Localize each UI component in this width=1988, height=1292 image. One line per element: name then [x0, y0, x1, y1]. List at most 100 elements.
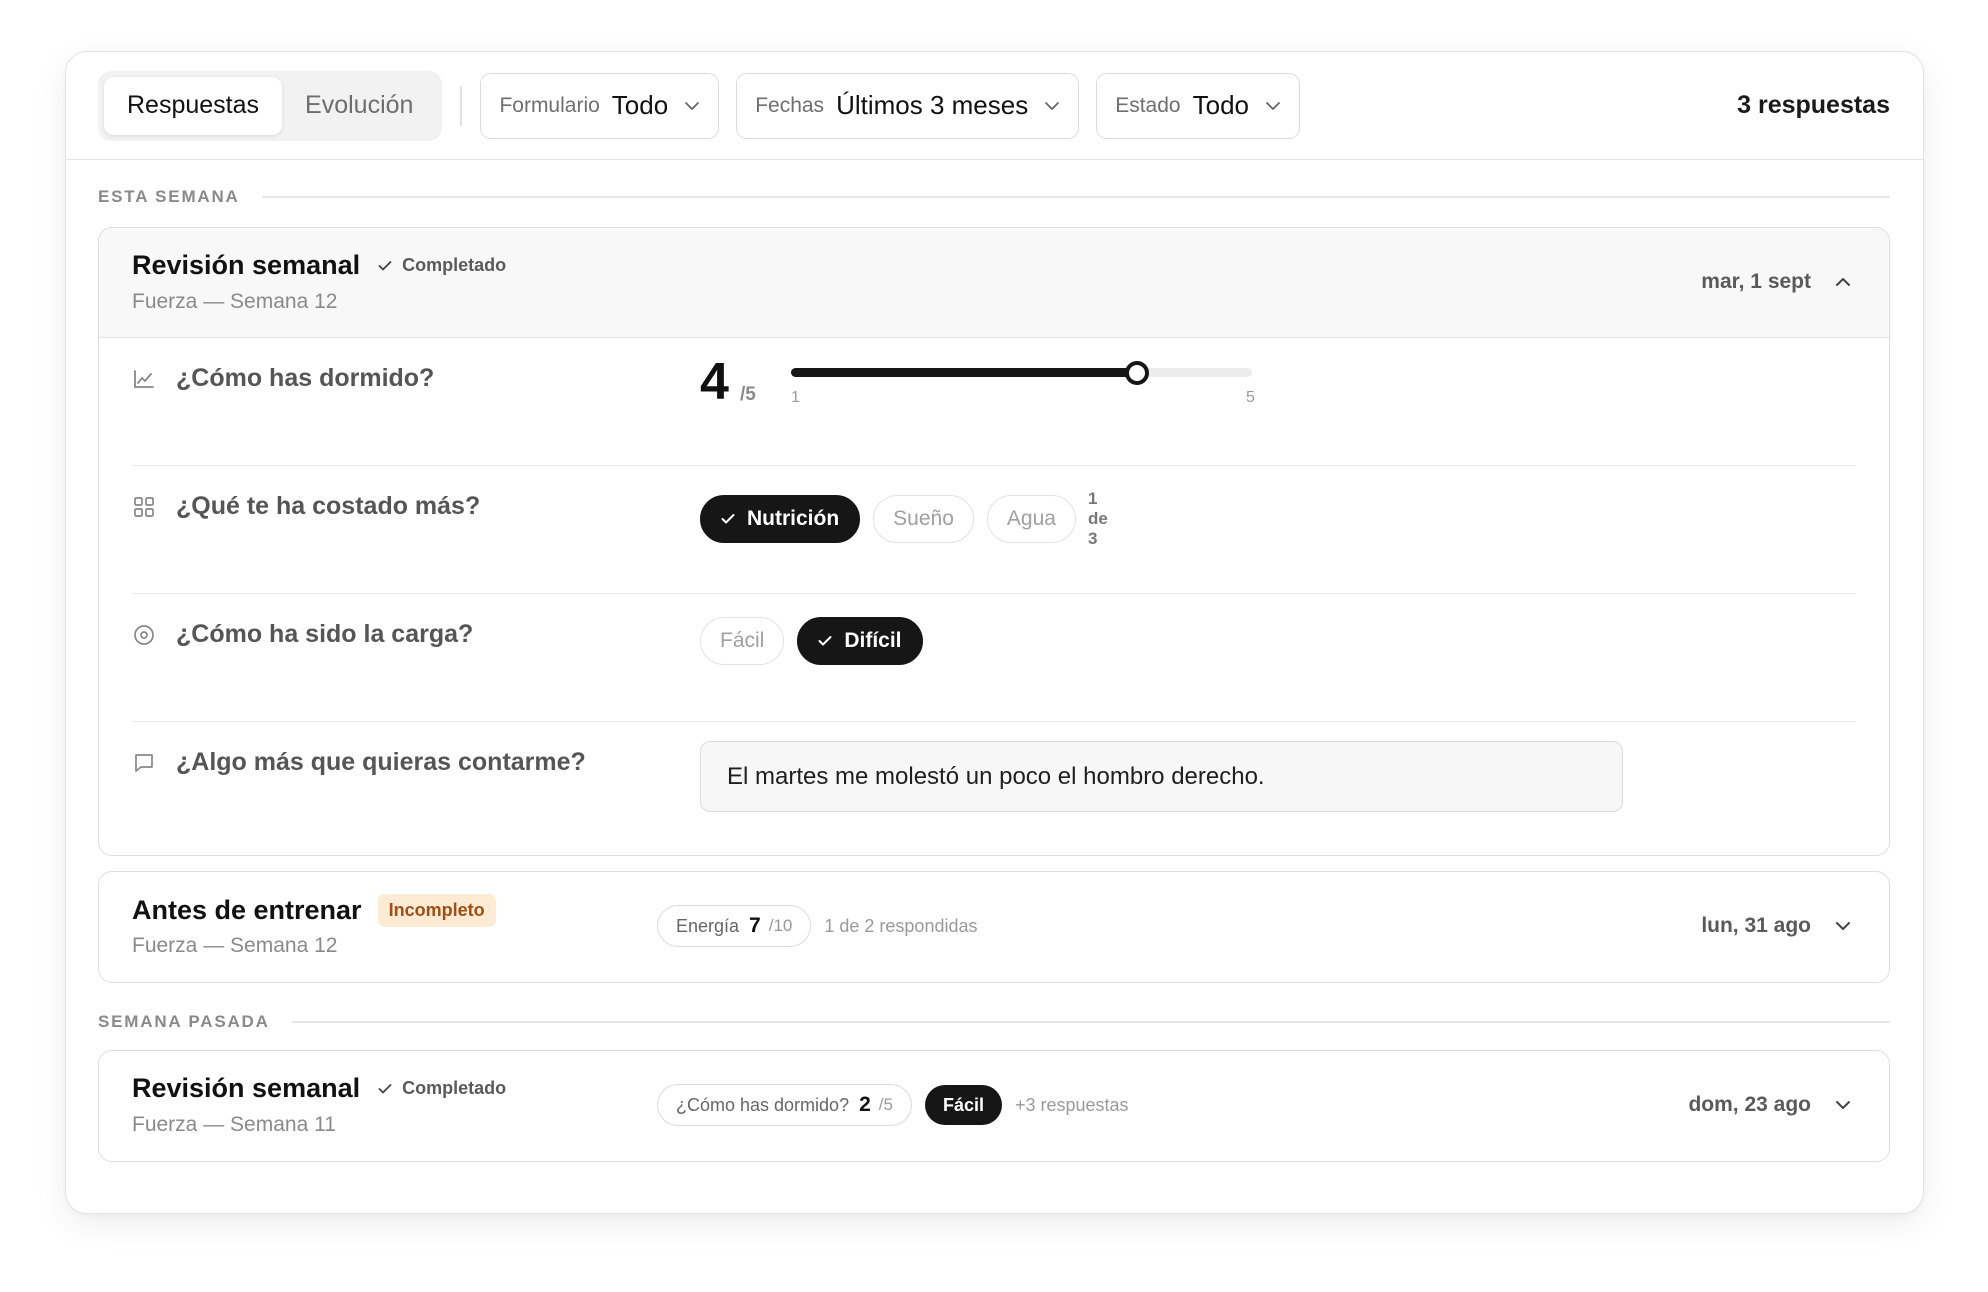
option-chips: Fácil Difícil — [700, 617, 936, 665]
filter-label: Fechas — [755, 93, 825, 117]
summary-pill: Energía 7 /10 — [657, 905, 812, 947]
rating-denominator: /5 — [740, 384, 756, 405]
selection-count: 1 de 3 — [1087, 489, 1108, 548]
filter-label: Formulario — [499, 93, 600, 117]
response-entry: Antes de entrenar Incompleto Fuerza — Se… — [98, 871, 1890, 983]
question-label-row: ¿Cómo ha sido la carga? — [132, 620, 473, 649]
line-chart-icon — [132, 367, 156, 391]
entry-date: lun, 31 ago — [1701, 914, 1811, 937]
entry-date: dom, 23 ago — [1688, 1093, 1811, 1116]
entry-title-row: Revisión semanal Completado — [132, 1073, 506, 1104]
question-text: ¿Cómo has dormido? — [176, 364, 435, 392]
check-icon — [378, 260, 392, 270]
filter-fechas-dropdown[interactable]: Fechas Últimos 3 meses — [736, 72, 1080, 139]
status-incomplete-badge: Incompleto — [377, 894, 496, 927]
summary-pill: ¿Cómo has dormido? 2 /5 — [657, 1084, 912, 1126]
entry-subtitle: Fuerza — Semana 12 — [132, 290, 338, 313]
toolbar-divider — [460, 85, 463, 126]
chevron-down-icon[interactable] — [1833, 916, 1853, 936]
status-completed: Completado — [378, 1078, 506, 1099]
filter-formulario-dropdown[interactable]: Formulario Todo — [480, 72, 720, 139]
question-row: ¿Cómo has dormido? 4 /5 1 5 — [132, 338, 1856, 466]
response-count: 3 respuestas — [1737, 91, 1890, 119]
section-divider — [261, 196, 1890, 198]
filter-label: Estado — [1115, 93, 1181, 117]
section-header-esta-semana: ESTA SEMANA — [98, 187, 1890, 207]
question-text: ¿Qué te ha costado más? — [176, 492, 481, 520]
entry-date: mar, 1 sept — [1701, 270, 1811, 293]
entry-subtitle: Fuerza — Semana 11 — [132, 1113, 336, 1136]
response-entry: Revisión semanal Completado Fuerza — Sem… — [98, 227, 1890, 856]
question-label-row: ¿Qué te ha costado más? — [132, 492, 480, 521]
option-chip[interactable]: Sueño — [873, 495, 974, 543]
slider-max-label: 5 — [1246, 389, 1255, 406]
question-row: ¿Cómo ha sido la carga? Fácil Difícil — [132, 594, 1856, 722]
option-label: Difícil — [844, 629, 902, 652]
section-title: ESTA SEMANA — [98, 187, 240, 206]
filter-value: Últimos 3 meses — [836, 90, 1029, 120]
summary-chips: ¿Cómo has dormido? 2 /5 Fácil +3 respues… — [657, 1084, 1129, 1126]
option-chip-selected[interactable]: Difícil — [797, 617, 923, 665]
question-text: ¿Cómo ha sido la carga? — [176, 620, 474, 648]
rating-slider[interactable] — [791, 361, 1252, 385]
entry-title: Antes de entrenar — [132, 895, 362, 925]
view-segmented-control: Respuestas Evolución — [98, 70, 443, 141]
check-icon — [818, 636, 832, 646]
section-header-semana-pasada: SEMANA PASADA — [98, 1012, 1890, 1032]
entry-subtitle: Fuerza — Semana 12 — [132, 934, 338, 957]
message-icon — [132, 751, 156, 775]
pill-label: Energía — [676, 915, 740, 936]
slider-handle[interactable] — [1124, 361, 1149, 385]
check-icon — [721, 514, 735, 524]
option-chips: Nutrición Sueño Agua 1 de 3 — [700, 489, 1108, 549]
section-divider — [291, 1021, 1890, 1023]
chevron-down-icon[interactable] — [1833, 1095, 1853, 1115]
pill-label: ¿Cómo has dormido? — [676, 1094, 850, 1115]
tab-respuestas[interactable]: Respuestas — [104, 76, 283, 135]
filter-value: Todo — [611, 90, 669, 120]
target-icon — [132, 623, 156, 647]
status-label: Completado — [402, 1078, 507, 1098]
response-entry: Revisión semanal Completado Fuerza — Sem… — [98, 1050, 1890, 1162]
pill-denominator: /10 — [768, 916, 793, 935]
entry-header[interactable]: Revisión semanal Completado Fuerza — Sem… — [99, 228, 1889, 338]
entry-header[interactable]: Antes de entrenar Incompleto Fuerza — Se… — [99, 872, 1889, 982]
status-label: Completado — [402, 255, 507, 275]
toolbar: Respuestas Evolución Formulario Todo Fec… — [66, 52, 1923, 160]
responses-card: Respuestas Evolución Formulario Todo Fec… — [65, 51, 1924, 1214]
chevron-down-icon — [1265, 98, 1281, 114]
option-chip[interactable]: Fácil — [700, 617, 785, 665]
filter-value: Todo — [1192, 90, 1249, 120]
rating-value: 4 — [700, 353, 729, 411]
pill-value: 2 — [859, 1093, 871, 1116]
question-row: ¿Qué te ha costado más? Nutrición Sueño … — [132, 466, 1856, 594]
option-chip[interactable]: Agua — [986, 495, 1076, 543]
option-label: Nutrición — [747, 507, 840, 530]
slider-min-label: 1 — [791, 389, 800, 406]
entry-title: Revisión semanal — [132, 1073, 361, 1103]
pill-denominator: /5 — [878, 1095, 893, 1114]
chevron-down-icon — [1044, 98, 1060, 114]
section-title: SEMANA PASADA — [98, 1012, 270, 1031]
chevron-down-icon — [684, 98, 700, 114]
question-label-row: ¿Cómo has dormido? — [132, 364, 434, 393]
chevron-up-icon[interactable] — [1833, 272, 1853, 292]
summary-meta: +3 respuestas — [1014, 1094, 1129, 1115]
entry-header[interactable]: Revisión semanal Completado Fuerza — Sem… — [99, 1051, 1889, 1161]
entry-title-row: Antes de entrenar Incompleto — [132, 894, 496, 927]
tab-evolucion[interactable]: Evolución — [282, 77, 436, 135]
status-completed: Completado — [378, 255, 506, 276]
pill-value: 7 — [749, 914, 761, 937]
question-label-row: ¿Algo más que quieras contarme? — [132, 748, 586, 777]
option-chip-selected[interactable]: Nutrición — [700, 495, 861, 543]
entry-title-row: Revisión semanal Completado — [132, 250, 506, 281]
summary-dark-pill: Fácil — [924, 1085, 1002, 1125]
summary-chips: Energía 7 /10 1 de 2 respondidas — [657, 905, 978, 947]
filter-estado-dropdown[interactable]: Estado Todo — [1096, 72, 1300, 139]
entry-title: Revisión semanal — [132, 250, 361, 280]
text-answer: El martes me molestó un poco el hombro d… — [700, 741, 1623, 812]
check-icon — [378, 1083, 392, 1093]
question-row: ¿Algo más que quieras contarme? El marte… — [132, 722, 1856, 850]
grid-icon — [132, 495, 156, 519]
question-text: ¿Algo más que quieras contarme? — [176, 748, 586, 776]
